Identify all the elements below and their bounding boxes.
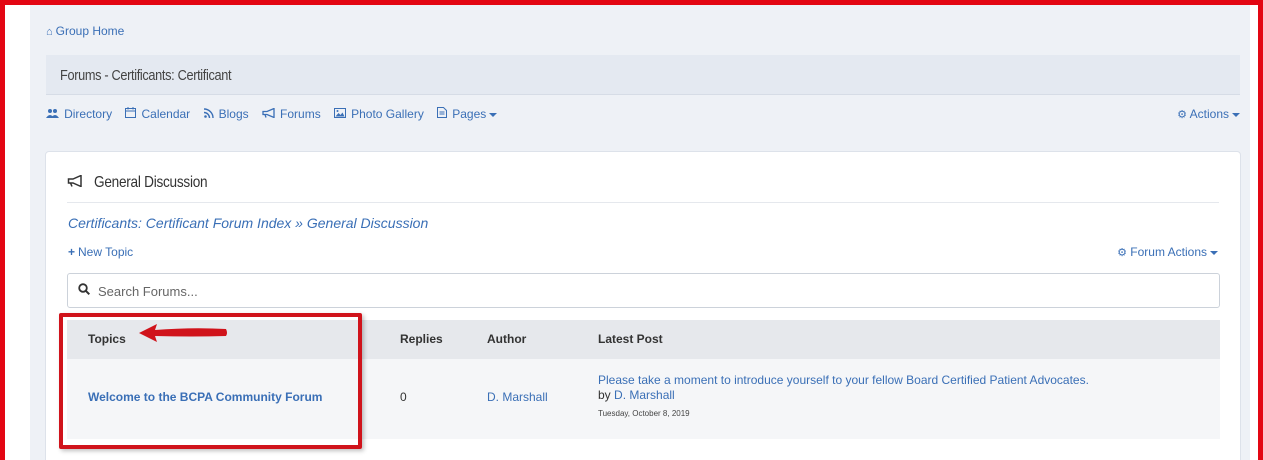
search-icon [78,283,91,296]
latest-post-date: Tuesday, October 8, 2019 [598,409,690,418]
bullhorn-icon [262,107,278,121]
group-home-link[interactable]: ⌂ Group Home [46,24,124,38]
chevron-down-icon [1210,250,1218,255]
by-label: by [598,388,611,402]
latest-post-author-link[interactable]: D. Marshall [614,388,675,402]
latest-post-link[interactable]: Please take a moment to introduce yourse… [598,373,1089,387]
nav-item-label: Forums [280,107,321,121]
home-icon: ⌂ [46,26,53,38]
panel-title-label: General Discussion [93,174,208,191]
gear-icon: ⚙ [1117,247,1127,259]
nav-item-label: Photo Gallery [351,107,424,121]
plus-icon: + [68,245,76,259]
page-title: Forums - Certificants: Certificant [60,67,232,84]
search-input[interactable] [98,281,1198,301]
nav-item-forums[interactable]: Forums [262,107,321,121]
nav-item-label: Blogs [218,107,249,121]
bullhorn-icon [67,174,86,190]
divider [67,202,1219,203]
nav-item-label: Pages [452,107,487,121]
chevron-down-icon [1232,112,1240,117]
search-box [67,273,1220,308]
actions-dropdown[interactable]: ⚙ Actions [1177,107,1240,121]
column-header-replies[interactable]: Replies [400,332,443,346]
document-icon [437,107,450,121]
group-nav: Directory Calendar Blogs Forums Photo Ga… [46,107,1240,125]
panel-title: General Discussion [67,174,227,192]
forum-title-bar: Forums - Certificants: Certificant [46,55,1240,95]
chevron-down-icon [489,112,498,117]
users-icon [46,109,62,121]
nav-item-label: Directory [64,107,113,121]
breadcrumb[interactable]: Certificants: Certificant Forum Index » … [68,215,428,231]
column-header-latest-post[interactable]: Latest Post [598,332,663,346]
nav-item-directory[interactable]: Directory [46,107,112,121]
latest-post-byline: by D. Marshall [598,388,1208,403]
gear-icon: ⚙ [1177,109,1187,121]
nav-item-label: Calendar [141,107,191,121]
group-home-label: Group Home [55,24,125,38]
nav-item-blogs[interactable]: Blogs [203,107,249,121]
new-topic-button[interactable]: + New Topic [68,245,133,259]
forum-actions-label: Forum Actions [1130,245,1207,259]
image-icon [334,108,349,121]
nav-item-calendar[interactable]: Calendar [125,107,190,121]
nav-item-photo-gallery[interactable]: Photo Gallery [334,107,424,121]
actions-label: Actions [1189,107,1229,121]
rss-icon [203,108,217,121]
new-topic-label: New Topic [78,245,134,259]
calendar-icon [125,107,139,121]
nav-item-pages[interactable]: Pages [437,107,498,121]
forum-actions-dropdown[interactable]: ⚙ Forum Actions [1117,245,1218,259]
replies-count: 0 [400,390,407,404]
column-header-author[interactable]: Author [487,332,526,346]
annotation-arrow [139,324,227,342]
latest-post: Please take a moment to introduce yourse… [598,373,1208,421]
author-link[interactable]: D. Marshall [487,390,548,404]
